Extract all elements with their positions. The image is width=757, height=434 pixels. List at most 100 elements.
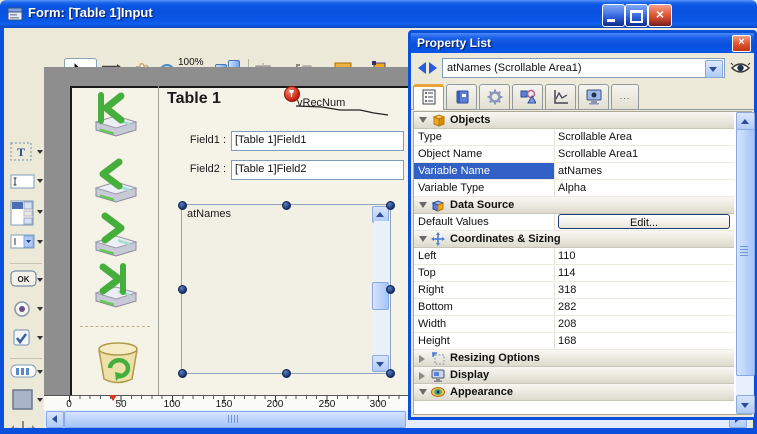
svg-text:T: T xyxy=(17,145,25,159)
toolbar-group-separator xyxy=(10,263,42,264)
scrollbar-thumb[interactable] xyxy=(736,129,755,376)
listbox-tool-icon[interactable] xyxy=(10,200,36,222)
tab-display-monitor[interactable] xyxy=(578,84,609,109)
group-coordinates-sizing[interactable]: Coordinates & Sizing xyxy=(414,231,734,248)
selection-handle[interactable] xyxy=(178,285,187,294)
appearance-eye-icon xyxy=(431,385,445,399)
expand-triangle-icon[interactable] xyxy=(419,355,425,363)
selection-handle[interactable] xyxy=(386,201,395,210)
show-hide-eye-icon[interactable] xyxy=(730,59,751,77)
rectangle-dropdown-arrow[interactable] xyxy=(37,398,43,402)
window-title: Form: [Table 1]Input xyxy=(28,5,153,20)
field2-input[interactable]: [Table 1]Field2 xyxy=(231,160,404,180)
property-row-default-values[interactable]: Default Values Edit... xyxy=(414,214,734,231)
property-row-top[interactable]: Top 114 xyxy=(414,265,734,282)
ruler-label: 300 xyxy=(370,399,387,410)
property-list-titlebar[interactable]: Property List × xyxy=(411,33,754,53)
property-row-height[interactable]: Height 168 xyxy=(414,333,734,350)
selection-handle[interactable] xyxy=(282,201,291,210)
property-row-variable-name[interactable]: Variable Name atNames xyxy=(414,163,734,180)
group-data-source[interactable]: Data Source xyxy=(414,197,734,214)
ruler-label: 0 xyxy=(66,399,72,410)
combo-dropdown-button[interactable] xyxy=(705,60,723,78)
scroll-left-button[interactable] xyxy=(46,411,64,428)
edit-default-values-button[interactable]: Edit... xyxy=(558,214,730,229)
objects-cube-icon xyxy=(431,113,445,127)
selection-handle[interactable] xyxy=(386,369,395,378)
rectangle-tool-icon[interactable] xyxy=(12,389,38,411)
tab-objects-shapes[interactable] xyxy=(512,84,543,109)
static-text-dropdown-arrow[interactable] xyxy=(37,150,43,154)
listbox-dropdown-arrow[interactable] xyxy=(37,210,43,214)
recnum-connector-line xyxy=(294,98,394,120)
close-button[interactable]: × xyxy=(648,4,672,27)
static-text-tool-icon[interactable]: T xyxy=(10,142,36,164)
left-toolbar: T OK xyxy=(4,67,45,428)
property-row-type[interactable]: Type Scrollable Area xyxy=(414,129,734,146)
last-record-button[interactable] xyxy=(90,261,142,311)
selection-handle[interactable] xyxy=(178,369,187,378)
tab-more-ellipsis[interactable]: ... xyxy=(611,84,639,109)
tab-chart-curve[interactable] xyxy=(545,84,576,109)
radio-dropdown-arrow[interactable] xyxy=(37,307,43,311)
delete-record-button[interactable] xyxy=(95,338,147,388)
property-row-left[interactable]: Left 110 xyxy=(414,248,734,265)
input-field-dropdown-arrow[interactable] xyxy=(37,179,43,183)
maximize-button[interactable] xyxy=(625,4,648,27)
group-display[interactable]: Display xyxy=(414,367,734,384)
object-selector-value: atNames (Scrollable Area1) xyxy=(447,62,582,74)
svg-text:OK: OK xyxy=(18,275,30,284)
button-grid-tool-icon[interactable] xyxy=(10,364,36,386)
tab-property-list[interactable] xyxy=(413,84,444,110)
resizing-options-icon xyxy=(431,351,445,365)
selection-handle[interactable] xyxy=(178,201,187,210)
property-row-object-name[interactable]: Object Name Scrollable Area1 xyxy=(414,146,734,163)
previous-record-button[interactable] xyxy=(90,156,142,206)
button-grid-dropdown-arrow[interactable] xyxy=(37,370,43,374)
collapse-triangle-icon[interactable] xyxy=(419,236,427,242)
selection-handle[interactable] xyxy=(386,285,395,294)
first-record-button[interactable] xyxy=(90,90,142,140)
hscrollbar-thumb[interactable] xyxy=(64,411,406,428)
property-grid-scrollbar[interactable] xyxy=(736,112,753,414)
button-dropdown-arrow[interactable] xyxy=(37,278,43,282)
checkbox-tool-icon[interactable] xyxy=(13,329,39,351)
collapse-triangle-icon[interactable] xyxy=(419,202,427,208)
combobox-tool-icon[interactable] xyxy=(10,234,36,256)
next-record-button[interactable] xyxy=(90,210,142,260)
tab-events-gear[interactable] xyxy=(479,84,510,109)
property-row-bottom[interactable]: Bottom 282 xyxy=(414,299,734,316)
scrollable-area-object[interactable]: atNames xyxy=(181,204,391,374)
collapse-triangle-icon[interactable] xyxy=(419,389,427,395)
window-titlebar[interactable]: Form: [Table 1]Input × xyxy=(0,0,757,28)
property-grid: Objects Type Scrollable Area Object Name… xyxy=(413,111,752,415)
ruler-label: 250 xyxy=(319,399,336,410)
minimize-button[interactable] xyxy=(602,4,625,27)
nav-dashed-separator xyxy=(80,326,150,327)
close-icon: × xyxy=(656,6,664,22)
property-list-window: Property List × atNames (Scrollable Area… xyxy=(408,30,757,420)
property-list-close-button[interactable]: × xyxy=(732,35,751,52)
tab-database[interactable] xyxy=(446,84,477,109)
property-row-right[interactable]: Right 318 xyxy=(414,282,734,299)
radio-button-tool-icon[interactable] xyxy=(13,300,39,322)
group-appearance[interactable]: Appearance xyxy=(414,384,734,401)
group-resizing-options[interactable]: Resizing Options xyxy=(414,350,734,367)
expand-triangle-icon[interactable] xyxy=(419,372,425,380)
property-row-width[interactable]: Width 208 xyxy=(414,316,734,333)
field1-label: Field1 : xyxy=(178,134,226,146)
checkbox-dropdown-arrow[interactable] xyxy=(37,336,43,340)
field1-input[interactable]: [Table 1]Field1 xyxy=(231,131,404,151)
object-selector-combo[interactable]: atNames (Scrollable Area1) xyxy=(442,58,725,78)
group-objects[interactable]: Objects xyxy=(414,112,734,129)
ruler-label: 150 xyxy=(216,399,233,410)
ruler-label: 50 xyxy=(115,399,126,410)
combobox-dropdown-arrow[interactable] xyxy=(37,240,43,244)
scroll-down-button[interactable] xyxy=(736,395,755,414)
input-field-tool-icon[interactable] xyxy=(10,173,36,195)
object-prev-next-buttons[interactable] xyxy=(416,60,440,76)
selection-handle[interactable] xyxy=(282,369,291,378)
collapse-triangle-icon[interactable] xyxy=(419,117,427,123)
button-tool-icon[interactable]: OK xyxy=(10,270,36,292)
property-row-variable-type[interactable]: Variable Type Alpha xyxy=(414,180,734,197)
